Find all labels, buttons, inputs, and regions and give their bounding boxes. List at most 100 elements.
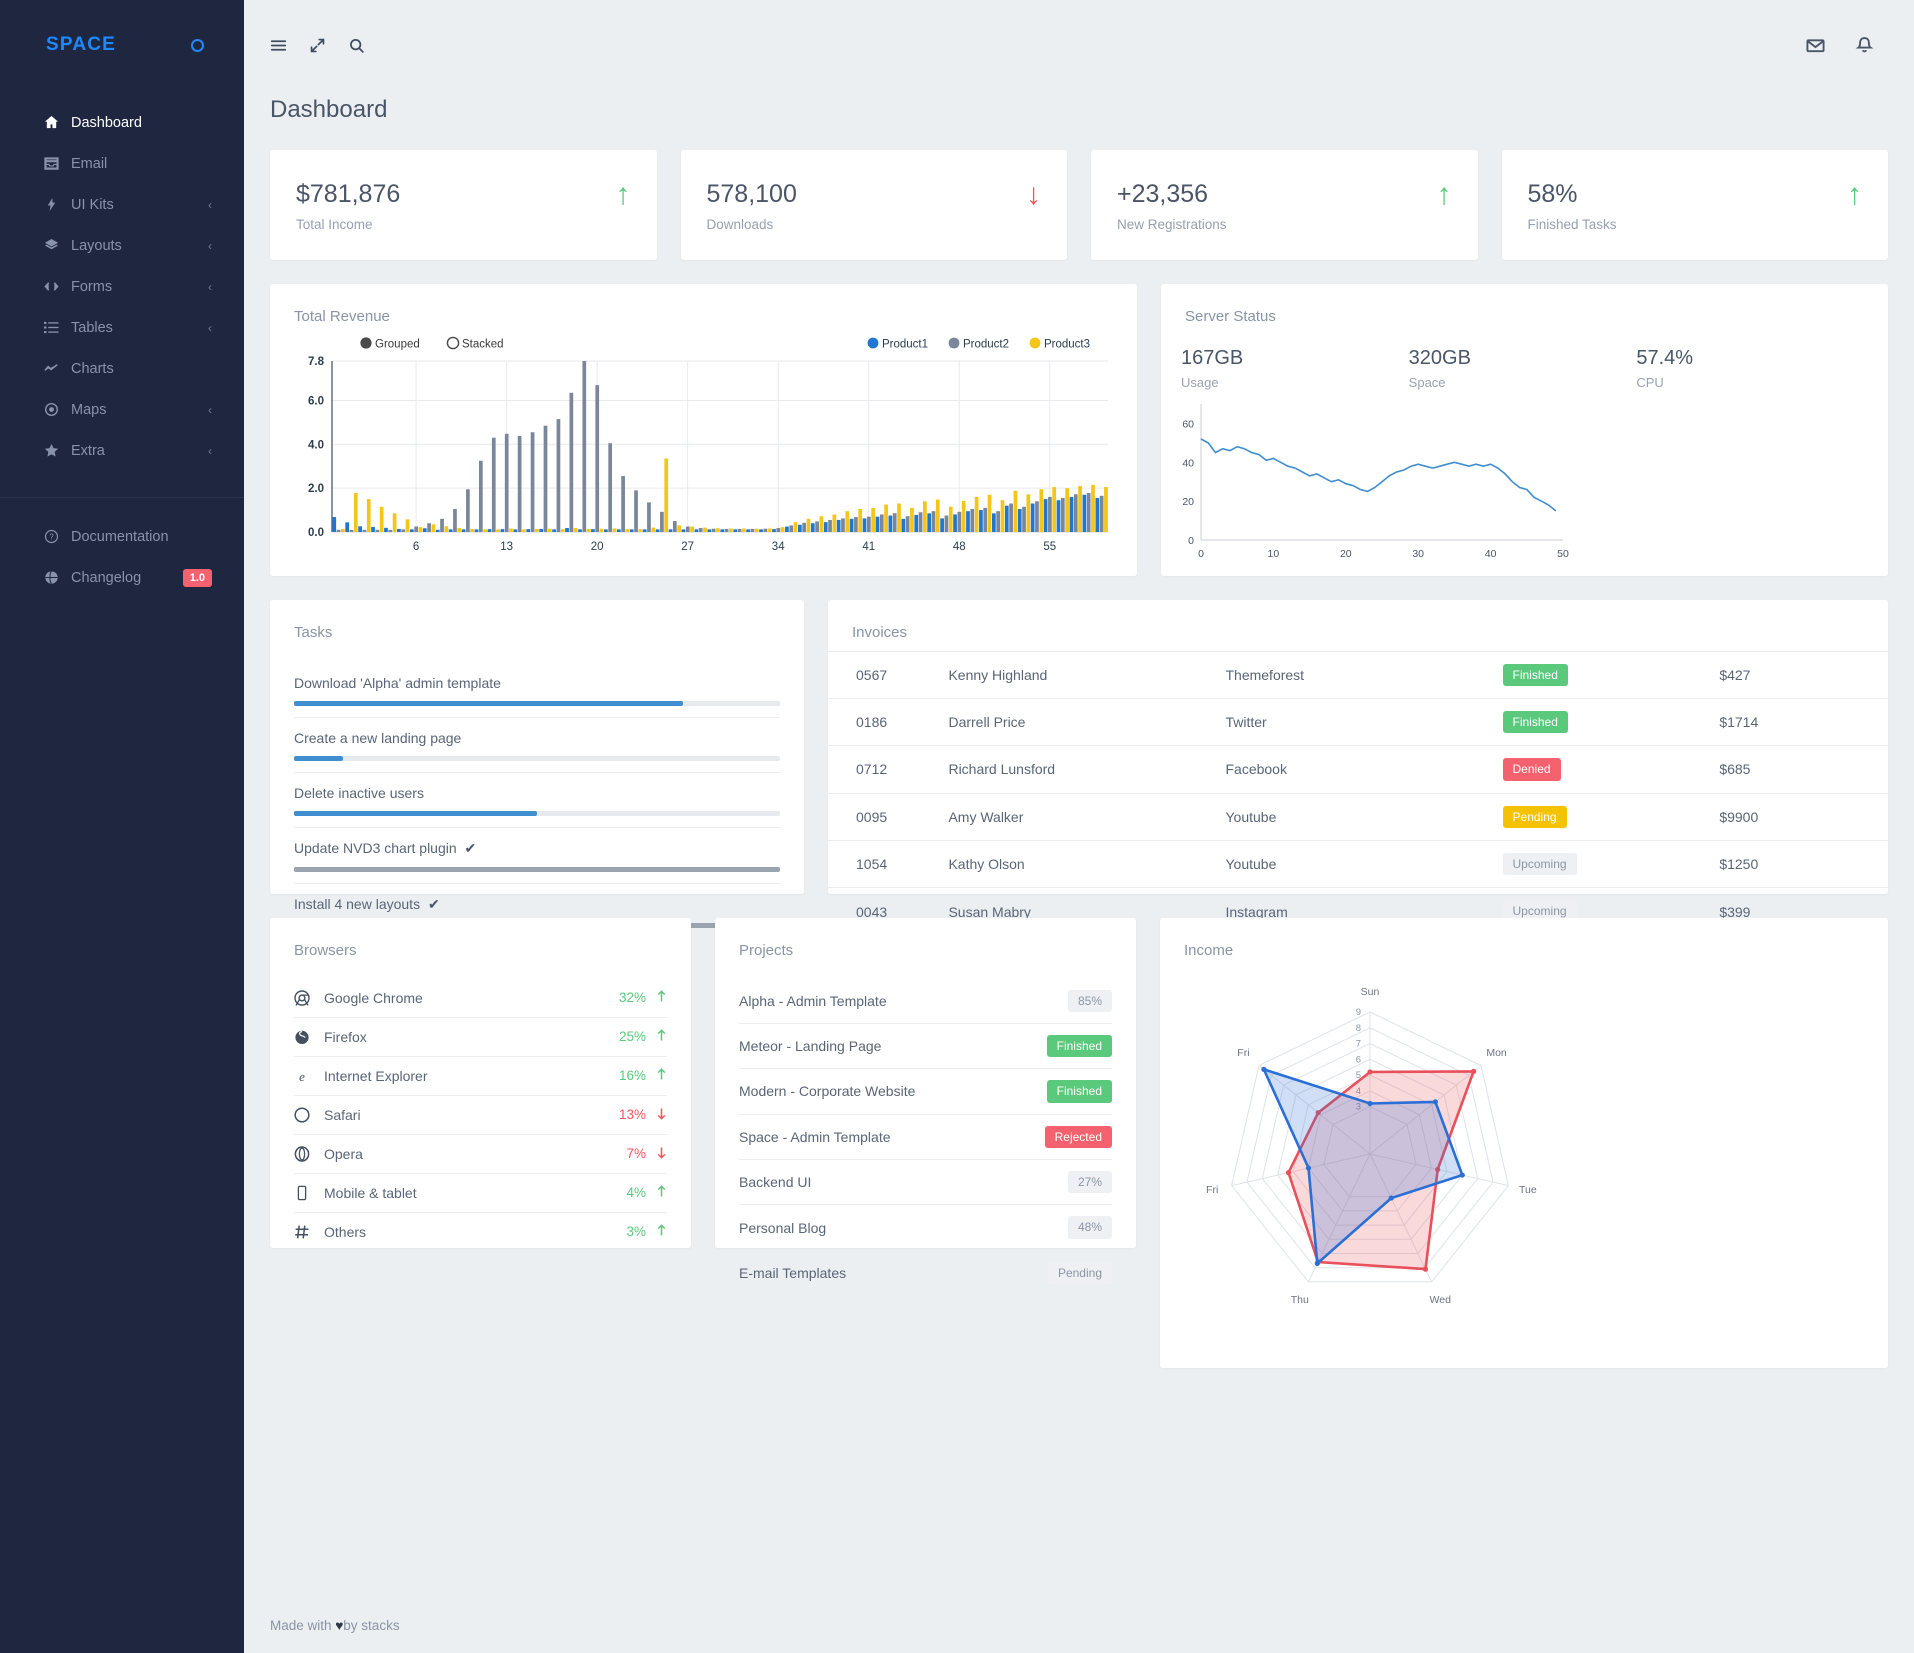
brand[interactable]: SPACE: [0, 0, 244, 90]
trend-up-icon: [656, 1223, 667, 1240]
question-circle-icon: ?: [44, 529, 71, 544]
stat-value: +23,356: [1117, 180, 1209, 208]
task-item[interactable]: Create a new landing page: [294, 718, 780, 773]
sidebar-item-changelog[interactable]: Changelog 1.0: [0, 557, 244, 598]
invoice-id: 0712: [828, 745, 949, 794]
expand-arrows-icon[interactable]: [309, 37, 326, 54]
table-row[interactable]: 0567 Kenny Highland Themeforest Finished $42…: [828, 650, 1888, 699]
svg-text:55: 55: [1043, 541, 1056, 553]
bell-icon[interactable]: [1855, 36, 1874, 55]
invoice-status-cell: Pending: [1502, 792, 1720, 841]
envelope-icon[interactable]: [1806, 36, 1825, 55]
sidebar-item-label: Tables: [71, 319, 113, 336]
status-badge: Upcoming: [1502, 853, 1577, 876]
trend-down-icon: [656, 1107, 667, 1123]
svg-text:50: 50: [1557, 548, 1569, 560]
task-item[interactable]: Update NVD3 chart plugin ✔: [294, 828, 780, 884]
inbox-icon: [44, 156, 71, 171]
app-root: SPACE Dashboard Email UI Kits ‹ Layouts: [0, 0, 1914, 1653]
list-item[interactable]: Safari 13%: [294, 1096, 667, 1135]
svg-text:7.8: 7.8: [308, 356, 325, 368]
sidebar-item-label: Forms: [71, 278, 113, 295]
card-title: Tasks: [294, 623, 333, 641]
svg-text:6.0: 6.0: [308, 395, 324, 407]
sidebar-item-documentation[interactable]: ? Documentation: [0, 516, 244, 557]
server-stat-value: 167GB: [1181, 346, 1244, 369]
svg-text:Wed: Wed: [1430, 1293, 1452, 1305]
browser-name: Firefox: [324, 1028, 367, 1045]
task-item[interactable]: Delete inactive users: [294, 773, 780, 828]
task-name: Create a new landing page: [294, 729, 462, 746]
list-item[interactable]: Modern - Corporate Website Finished: [739, 1069, 1112, 1115]
sidebar-item-dashboard[interactable]: Dashboard: [0, 102, 244, 143]
list-item[interactable]: Opera 7%: [294, 1135, 667, 1174]
list-item[interactable]: Mobile & tablet 4%: [294, 1174, 667, 1213]
sidebar-item-email[interactable]: Email: [0, 143, 244, 184]
list-item[interactable]: Google Chrome 32%: [294, 979, 667, 1018]
table-row[interactable]: 0186 Darrell Price Twitter Finished $1714: [828, 697, 1888, 746]
sidebar-item-forms[interactable]: Forms ‹: [0, 266, 244, 307]
sidebar-item-ui-kits[interactable]: UI Kits ‹: [0, 184, 244, 225]
list-item[interactable]: Firefox 25%: [294, 1018, 667, 1057]
invoice-amount: $1714: [1719, 697, 1888, 746]
table-row[interactable]: 1054 Kathy Olson Youtube Upcoming $1250: [828, 840, 1888, 888]
task-item[interactable]: Download 'Alpha' admin template: [294, 663, 780, 718]
table-row[interactable]: 0095 Amy Walker Youtube Pending $9900: [828, 792, 1888, 841]
invoice-amount: $9900: [1719, 792, 1888, 841]
invoice-amount: $1250: [1719, 840, 1888, 888]
stat-text-group: $781,876 Total Income: [296, 180, 400, 232]
status-badge: 48%: [1067, 1216, 1112, 1239]
check-icon: ✔: [424, 895, 440, 912]
sidebar-item-tables[interactable]: Tables ‹: [0, 307, 244, 348]
list-item[interactable]: Meteor - Landing Page Finished: [739, 1024, 1112, 1070]
invoice-id: 0567: [828, 650, 949, 699]
bottom-row: Browsers Google Chrome 32% Firefox 25% e Inte…: [270, 917, 1888, 1368]
income-card: Income 3 4 5 6 7 8 9 Sun Mon Tue Wed Thu Fri Fri: [1160, 917, 1888, 1368]
sidebar-item-layouts[interactable]: Layouts ‹: [0, 225, 244, 266]
browser-percent: 3%: [626, 1224, 646, 1239]
status-badge: Finished: [1502, 710, 1568, 734]
svg-text:27: 27: [681, 541, 694, 553]
sidebar-nav: Dashboard Email UI Kits ‹ Layouts ‹ Form…: [0, 90, 244, 598]
svg-text:e: e: [299, 1069, 305, 1084]
server-stat-label: CPU: [1636, 374, 1664, 390]
server-status-chart[interactable]: 0 20 40 60 0 10 20 30 40 50: [1161, 390, 1888, 570]
task-progress-track: [294, 700, 780, 706]
total-revenue-chart[interactable]: Grouped Stacked Product1 Product2 Product3 0.…: [270, 325, 1137, 570]
project-name: Modern - Corporate Website: [739, 1083, 916, 1100]
ie-icon: e: [294, 1068, 324, 1084]
sidebar-item-extra[interactable]: Extra ‹: [0, 430, 244, 471]
table-row[interactable]: 0712 Richard Lunsford Facebook Denied $685: [828, 745, 1888, 794]
sidebar-item-label: Maps: [71, 401, 107, 418]
card-title: Server Status: [1185, 307, 1276, 325]
list-item[interactable]: Space - Admin Template Rejected: [739, 1115, 1112, 1161]
search-icon[interactable]: [348, 37, 365, 54]
list-item[interactable]: Alpha - Admin Template 85%: [739, 979, 1112, 1024]
list-item[interactable]: Others 3%: [294, 1213, 667, 1251]
card-title: Browsers: [294, 941, 357, 959]
task-name: Delete inactive users: [294, 784, 424, 801]
stat-value: 578,100: [706, 180, 797, 208]
chevron-left-icon: ‹: [208, 443, 212, 458]
chrome-icon: [294, 989, 324, 1006]
svg-text:40: 40: [1182, 457, 1194, 469]
list-item[interactable]: Personal Blog 48%: [739, 1205, 1112, 1251]
status-badge: 1.0: [182, 568, 212, 587]
svg-text:Product3: Product3: [1044, 338, 1090, 350]
list-item[interactable]: Backend UI 27%: [739, 1160, 1112, 1206]
projects-card: Projects Alpha - Admin Template 85% Meteor…: [715, 917, 1136, 1285]
list-item[interactable]: e Internet Explorer 16%: [294, 1057, 667, 1096]
sidebar-item-maps[interactable]: Maps ‹: [0, 389, 244, 430]
code-icon: [44, 279, 71, 294]
opera-icon: [294, 1145, 324, 1162]
sidebar-item-charts[interactable]: Charts: [0, 348, 244, 389]
trend-up-icon: ↑: [615, 178, 631, 211]
svg-text:40: 40: [1485, 548, 1497, 560]
hamburger-icon[interactable]: [270, 37, 287, 54]
stat-label: Finished Tasks: [1527, 216, 1617, 232]
income-radar-chart[interactable]: 3 4 5 6 7 8 9 Sun Mon Tue Wed Thu Fri Fri: [1160, 959, 1888, 1359]
status-badge: Denied: [1502, 758, 1561, 781]
sidebar-item-label: Dashboard: [71, 114, 142, 131]
stat-label: Total Income: [296, 216, 373, 232]
list-item[interactable]: E-mail Templates Pending: [739, 1251, 1112, 1295]
